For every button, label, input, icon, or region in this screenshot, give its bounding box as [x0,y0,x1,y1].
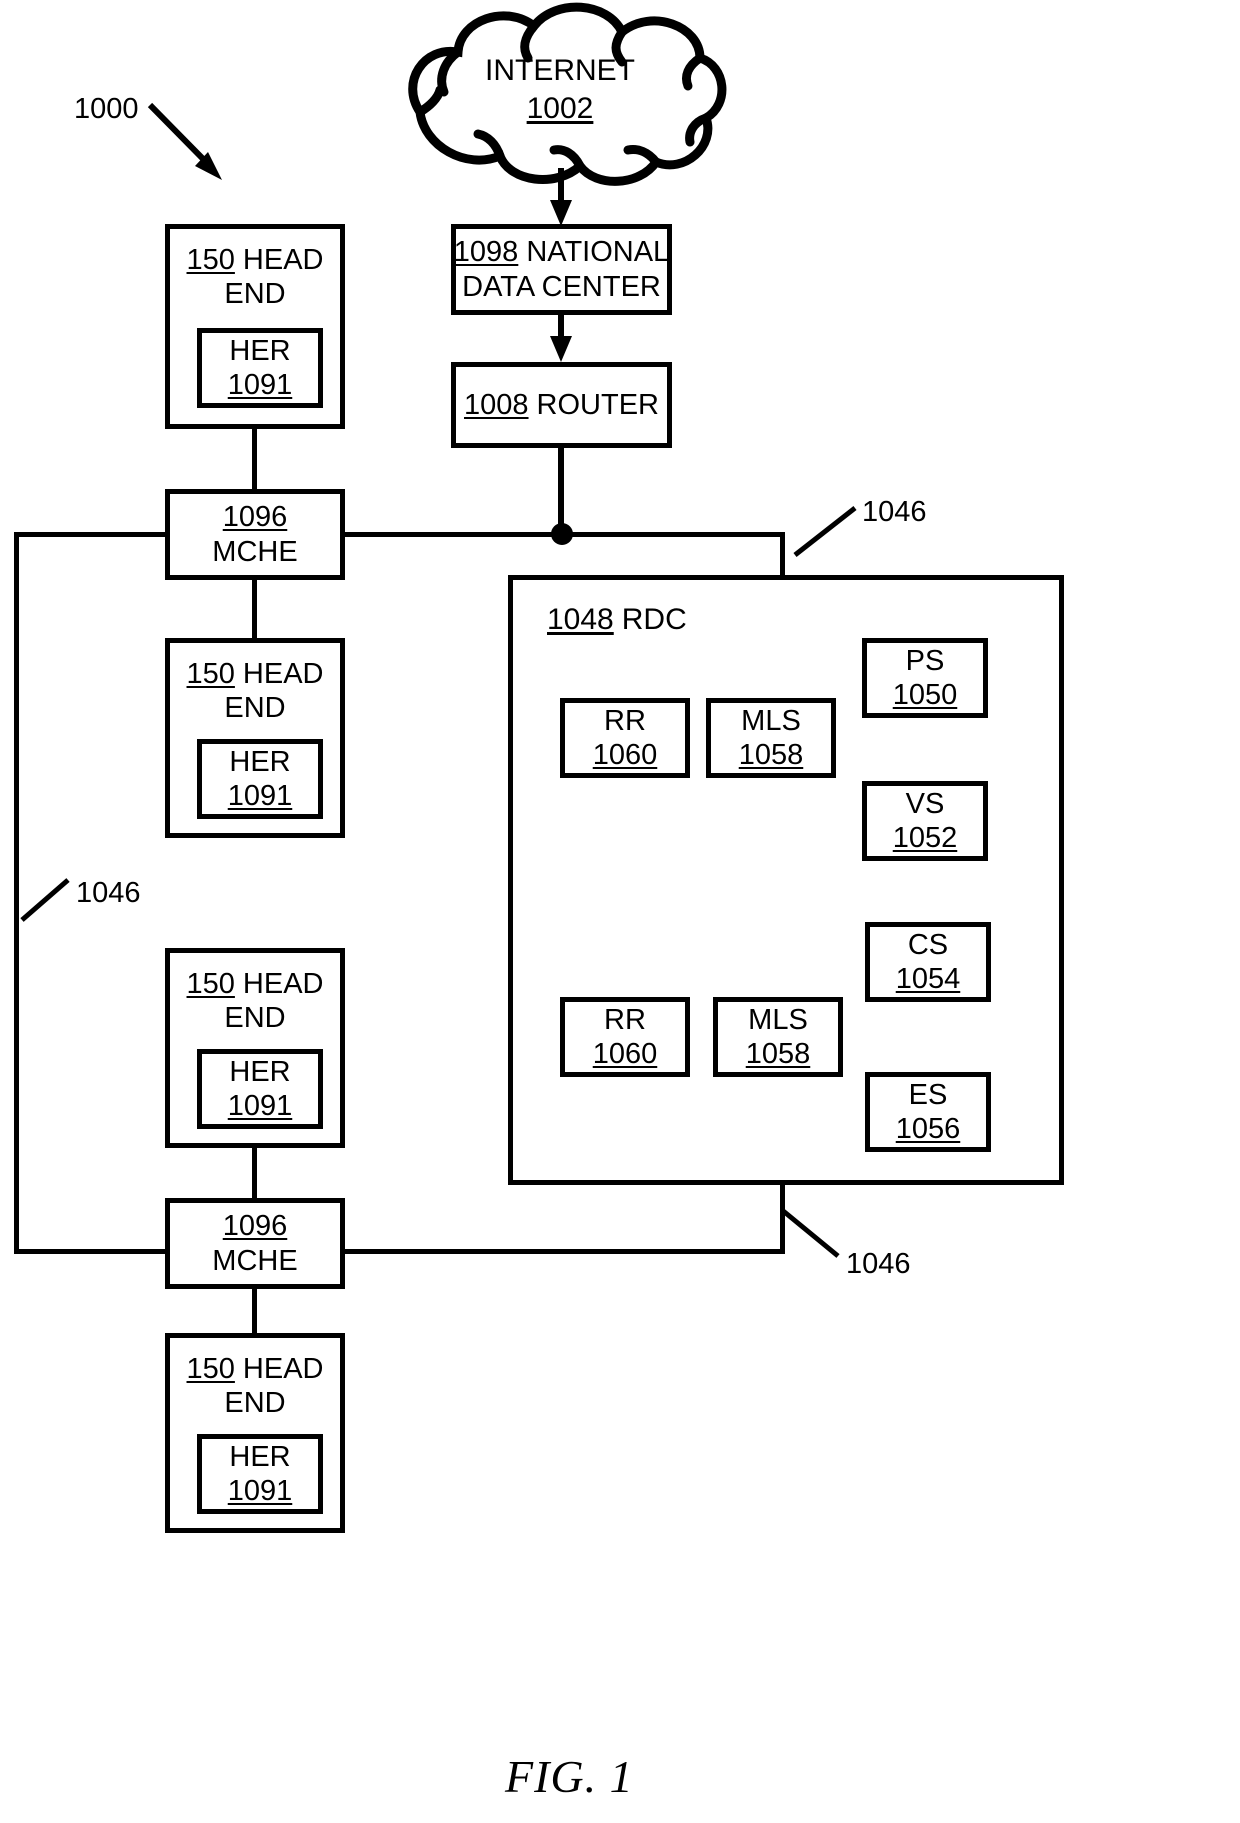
trunk-top-step-down [780,532,785,577]
mche-box-1: 1096 MCHE [165,489,345,580]
mche-2-ref: 1096 [222,1210,288,1243]
figure-caption: FIG. 1 [505,1751,634,1802]
rr-upper-ref: 1060 [592,739,658,771]
head-end-4-label: HEAD [242,1353,324,1385]
ps-ref: 1050 [892,679,958,711]
cs-label: CS [907,928,949,961]
her-box-4: HER 1091 [197,1434,323,1514]
rdc-component-es-1056: ES 1056 [865,1072,991,1152]
her-4-label: HER [229,1440,291,1473]
es-label: ES [908,1078,948,1111]
leader-1046-bottom [780,1208,840,1258]
trunk-bottom-step-up [780,1183,785,1254]
head-end-box-1: 150 HEAD END HER 1091 [165,224,345,429]
router-box: 1008 ROUTER [451,362,672,448]
mls-upper-label: MLS [741,704,801,737]
leader-1046-top [793,506,857,557]
link-headend1-mche1 [252,429,257,489]
mls-lower-ref: 1058 [745,1038,811,1070]
her-3-ref: 1091 [227,1090,293,1122]
her-box-2: HER 1091 [197,739,323,819]
her-1-ref: 1091 [227,369,293,401]
head-end-box-4: 150 HEAD END HER 1091 [165,1333,345,1533]
rr-lower-ref: 1060 [592,1038,658,1070]
mche-1-ref: 1096 [222,501,288,534]
es-ref: 1056 [895,1113,961,1145]
internet-cloud-label: INTERNET 1002 [440,52,680,127]
mche-2-label: MCHE [212,1244,298,1277]
head-end-1-ref: 150 [186,244,235,276]
left-loop-top-horizontal [14,532,166,537]
head-end-3-ref: 150 [186,968,235,1000]
head-end-2-ref: 150 [186,658,235,690]
system-ref-arrow [147,102,222,180]
ndc-to-router-arrow [550,315,572,362]
head-end-1-label: HEAD [242,244,324,276]
cloud-to-ndc-arrow [550,168,572,226]
rdc-component-ps-1050: PS 1050 [862,638,988,718]
internet-label: INTERNET [485,54,635,87]
ndc-ref: 1098 [453,236,519,269]
head-end-box-2: 150 HEAD END HER 1091 [165,638,345,838]
mche-1-label: MCHE [212,535,298,568]
mche-box-2: 1096 MCHE [165,1198,345,1289]
her-1-label: HER [229,334,291,367]
ndc-label-line1: NATIONAL [526,236,670,269]
trunk-bottom-horizontal [345,1249,785,1254]
rdc-component-rr-1060-upper: RR 1060 [560,698,690,778]
vs-label: VS [905,787,945,820]
router-ref: 1008 [464,388,529,421]
her-box-1: HER 1091 [197,328,323,408]
head-end-3-label2: END [224,1002,286,1035]
bus-junction-dot [551,523,573,545]
system-ref-1000: 1000 [74,93,139,125]
head-end-4-label2: END [224,1387,286,1420]
rr-upper-label: RR [604,704,646,737]
left-loop-bottom-horizontal [14,1249,166,1254]
link-ref-1046-top: 1046 [862,496,927,528]
rdc-ref: 1048 [547,603,614,636]
patent-figure-1: INTERNET 1002 1000 1098 NATIONAL DATA CEN… [0,0,1240,1823]
her-3-label: HER [229,1055,291,1088]
rdc-title: 1048 RDC [547,602,687,637]
link-ref-1046-left: 1046 [76,877,141,909]
her-4-ref: 1091 [227,1475,293,1507]
head-end-1-label2: END [224,278,286,311]
link-ref-1046-bottom: 1046 [846,1248,911,1280]
link-headend3-mche2 [252,1148,257,1198]
rdc-component-mls-1058-upper: MLS 1058 [706,698,836,778]
rdc-component-vs-1052: VS 1052 [862,781,988,861]
her-2-ref: 1091 [227,780,293,812]
head-end-2-label2: END [224,692,286,725]
her-2-label: HER [229,745,291,778]
link-mche2-headend4 [252,1289,257,1333]
rdc-label: RDC [621,603,687,636]
rdc-container: 1048 RDC RR 1060 MLS 1058 PS 1050 VS 1052… [508,575,1064,1185]
mls-upper-ref: 1058 [738,739,804,771]
national-data-center-box: 1098 NATIONAL DATA CENTER [451,224,672,315]
rr-lower-label: RR [604,1003,646,1036]
ps-label: PS [905,644,945,677]
ndc-label-line2: DATA CENTER [462,270,661,303]
left-loop-vertical [14,532,19,1254]
rdc-component-rr-1060-lower: RR 1060 [560,997,690,1077]
internet-ref: 1002 [526,91,594,125]
leader-1046-left [20,878,70,922]
cs-ref: 1054 [895,963,961,995]
head-end-2-label: HEAD [242,658,324,690]
link-mche1-headend2 [252,580,257,638]
head-end-3-label: HEAD [242,968,324,1000]
rdc-component-cs-1054: CS 1054 [865,922,991,1002]
rdc-component-mls-1058-lower: MLS 1058 [713,997,843,1077]
router-label: ROUTER [536,388,659,421]
her-box-3: HER 1091 [197,1049,323,1129]
mls-lower-label: MLS [748,1003,808,1036]
vs-ref: 1052 [892,822,958,854]
head-end-box-3: 150 HEAD END HER 1091 [165,948,345,1148]
head-end-4-ref: 150 [186,1353,235,1385]
